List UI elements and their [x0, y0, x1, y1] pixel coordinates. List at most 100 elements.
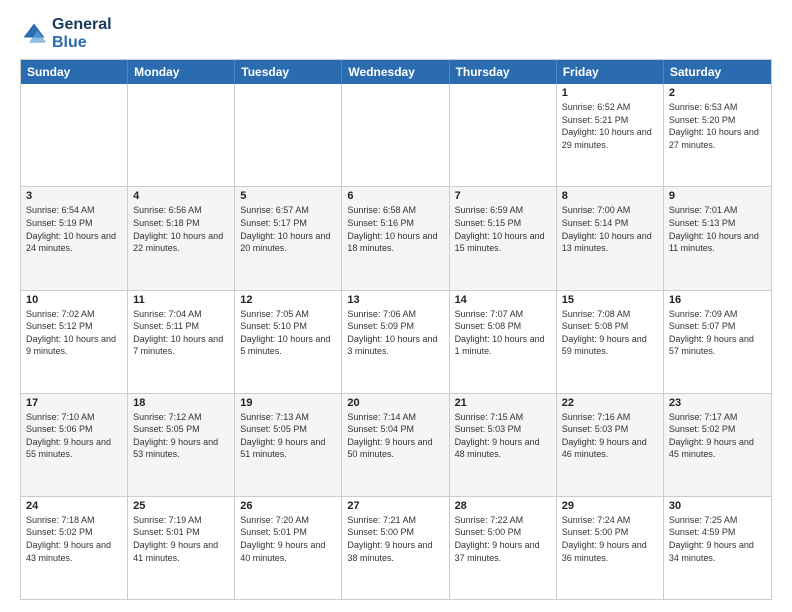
day-info: Sunrise: 6:56 AM Sunset: 5:18 PM Dayligh… [133, 204, 229, 254]
page: General Blue SundayMondayTuesdayWednesda… [0, 0, 792, 612]
calendar-day-cell: 30 Sunrise: 7:25 AM Sunset: 4:59 PM Dayli… [664, 497, 771, 599]
day-number: 19 [240, 397, 336, 409]
day-number: 3 [26, 190, 122, 202]
calendar-day-cell: 7 Sunrise: 6:59 AM Sunset: 5:15 PM Daylig… [450, 187, 557, 289]
day-info: Sunrise: 6:59 AM Sunset: 5:15 PM Dayligh… [455, 204, 551, 254]
calendar-header-cell: Sunday [21, 60, 128, 84]
calendar: SundayMondayTuesdayWednesdayThursdayFrid… [20, 59, 772, 600]
calendar-day-cell: 1 Sunrise: 6:52 AM Sunset: 5:21 PM Daylig… [557, 84, 664, 186]
calendar-row: 24Sunrise: 7:18 AM Sunset: 5:02 PM Dayli… [21, 496, 771, 599]
calendar-empty-cell [450, 84, 557, 186]
day-number: 10 [26, 294, 122, 306]
calendar-header-cell: Wednesday [342, 60, 449, 84]
calendar-day-cell: 8Sunrise: 7:00 AM Sunset: 5:14 PM Daylig… [557, 187, 664, 289]
day-info: Sunrise: 7:12 AM Sunset: 5:05 PM Dayligh… [133, 411, 229, 461]
day-info: Sunrise: 7:17 AM Sunset: 5:02 PM Dayligh… [669, 411, 766, 461]
day-number: 22 [562, 397, 658, 409]
day-info: Sunrise: 7:19 AM Sunset: 5:01 PM Dayligh… [133, 514, 229, 564]
day-info: Sunrise: 7:16 AM Sunset: 5:03 PM Dayligh… [562, 411, 658, 461]
day-number: 18 [133, 397, 229, 409]
calendar-day-cell: 22 Sunrise: 7:16 AM Sunset: 5:03 PM Dayli… [557, 394, 664, 496]
day-info: Sunrise: 7:09 AM Sunset: 5:07 PM Dayligh… [669, 308, 766, 358]
logo: General Blue [20, 16, 112, 51]
calendar-day-cell: 19 Sunrise: 7:13 AM Sunset: 5:05 PM Dayli… [235, 394, 342, 496]
logo-icon [20, 20, 48, 48]
day-number: 4 [133, 190, 229, 202]
calendar-header-cell: Friday [557, 60, 664, 84]
calendar-body: 1 Sunrise: 6:52 AM Sunset: 5:21 PM Daylig… [21, 84, 771, 599]
calendar-day-cell: 13 Sunrise: 7:06 AM Sunset: 5:09 PM Dayli… [342, 291, 449, 393]
calendar-day-cell: 12 Sunrise: 7:05 AM Sunset: 5:10 PM Dayli… [235, 291, 342, 393]
day-number: 17 [26, 397, 122, 409]
day-number: 11 [133, 294, 229, 306]
calendar-day-cell: 11 Sunrise: 7:04 AM Sunset: 5:11 PM Dayli… [128, 291, 235, 393]
day-number: 27 [347, 500, 443, 512]
day-info: Sunrise: 7:20 AM Sunset: 5:01 PM Dayligh… [240, 514, 336, 564]
calendar-day-cell: 25 Sunrise: 7:19 AM Sunset: 5:01 PM Dayli… [128, 497, 235, 599]
day-number: 16 [669, 294, 766, 306]
calendar-day-cell: 15 Sunrise: 7:08 AM Sunset: 5:08 PM Dayli… [557, 291, 664, 393]
day-info: Sunrise: 7:08 AM Sunset: 5:08 PM Dayligh… [562, 308, 658, 358]
calendar-day-cell: 4 Sunrise: 6:56 AM Sunset: 5:18 PM Daylig… [128, 187, 235, 289]
calendar-empty-cell [21, 84, 128, 186]
day-info: Sunrise: 7:01 AM Sunset: 5:13 PM Dayligh… [669, 204, 766, 254]
day-info: Sunrise: 7:05 AM Sunset: 5:10 PM Dayligh… [240, 308, 336, 358]
day-info: Sunrise: 7:00 AM Sunset: 5:14 PM Dayligh… [562, 204, 658, 254]
day-info: Sunrise: 6:54 AM Sunset: 5:19 PM Dayligh… [26, 204, 122, 254]
day-number: 28 [455, 500, 551, 512]
calendar-day-cell: 5 Sunrise: 6:57 AM Sunset: 5:17 PM Daylig… [235, 187, 342, 289]
day-number: 12 [240, 294, 336, 306]
calendar-row: 1 Sunrise: 6:52 AM Sunset: 5:21 PM Daylig… [21, 84, 771, 186]
calendar-day-cell: 21 Sunrise: 7:15 AM Sunset: 5:03 PM Dayli… [450, 394, 557, 496]
day-info: Sunrise: 7:14 AM Sunset: 5:04 PM Dayligh… [347, 411, 443, 461]
calendar-day-cell: 14 Sunrise: 7:07 AM Sunset: 5:08 PM Dayli… [450, 291, 557, 393]
day-info: Sunrise: 7:21 AM Sunset: 5:00 PM Dayligh… [347, 514, 443, 564]
calendar-header-cell: Thursday [450, 60, 557, 84]
calendar-row: 10 Sunrise: 7:02 AM Sunset: 5:12 PM Dayli… [21, 290, 771, 393]
calendar-header-cell: Monday [128, 60, 235, 84]
day-number: 9 [669, 190, 766, 202]
calendar-day-cell: 18 Sunrise: 7:12 AM Sunset: 5:05 PM Dayli… [128, 394, 235, 496]
day-number: 23 [669, 397, 766, 409]
day-info: Sunrise: 7:13 AM Sunset: 5:05 PM Dayligh… [240, 411, 336, 461]
day-info: Sunrise: 7:04 AM Sunset: 5:11 PM Dayligh… [133, 308, 229, 358]
day-number: 1 [562, 87, 658, 99]
day-number: 29 [562, 500, 658, 512]
day-info: Sunrise: 7:24 AM Sunset: 5:00 PM Dayligh… [562, 514, 658, 564]
day-number: 5 [240, 190, 336, 202]
day-info: Sunrise: 7:10 AM Sunset: 5:06 PM Dayligh… [26, 411, 122, 461]
day-number: 21 [455, 397, 551, 409]
calendar-day-cell: 28Sunrise: 7:22 AM Sunset: 5:00 PM Dayli… [450, 497, 557, 599]
calendar-day-cell: 9 Sunrise: 7:01 AM Sunset: 5:13 PM Daylig… [664, 187, 771, 289]
day-info: Sunrise: 7:07 AM Sunset: 5:08 PM Dayligh… [455, 308, 551, 358]
day-number: 6 [347, 190, 443, 202]
day-number: 13 [347, 294, 443, 306]
day-info: Sunrise: 7:15 AM Sunset: 5:03 PM Dayligh… [455, 411, 551, 461]
day-info: Sunrise: 7:25 AM Sunset: 4:59 PM Dayligh… [669, 514, 766, 564]
day-number: 26 [240, 500, 336, 512]
header: General Blue [20, 16, 772, 51]
day-info: Sunrise: 6:58 AM Sunset: 5:16 PM Dayligh… [347, 204, 443, 254]
day-number: 25 [133, 500, 229, 512]
calendar-row: 3 Sunrise: 6:54 AM Sunset: 5:19 PM Daylig… [21, 186, 771, 289]
day-info: Sunrise: 6:53 AM Sunset: 5:20 PM Dayligh… [669, 101, 766, 151]
day-number: 15 [562, 294, 658, 306]
calendar-day-cell: 20 Sunrise: 7:14 AM Sunset: 5:04 PM Dayli… [342, 394, 449, 496]
calendar-row: 17 Sunrise: 7:10 AM Sunset: 5:06 PM Dayli… [21, 393, 771, 496]
day-info: Sunrise: 7:18 AM Sunset: 5:02 PM Dayligh… [26, 514, 122, 564]
calendar-day-cell: 29 Sunrise: 7:24 AM Sunset: 5:00 PM Dayli… [557, 497, 664, 599]
calendar-header-cell: Saturday [664, 60, 771, 84]
day-number: 30 [669, 500, 766, 512]
calendar-day-cell: 10 Sunrise: 7:02 AM Sunset: 5:12 PM Dayli… [21, 291, 128, 393]
day-info: Sunrise: 6:57 AM Sunset: 5:17 PM Dayligh… [240, 204, 336, 254]
day-info: Sunrise: 6:52 AM Sunset: 5:21 PM Dayligh… [562, 101, 658, 151]
day-number: 20 [347, 397, 443, 409]
day-info: Sunrise: 7:06 AM Sunset: 5:09 PM Dayligh… [347, 308, 443, 358]
day-number: 14 [455, 294, 551, 306]
calendar-empty-cell [342, 84, 449, 186]
calendar-header-row: SundayMondayTuesdayWednesdayThursdayFrid… [21, 60, 771, 84]
day-number: 7 [455, 190, 551, 202]
day-number: 2 [669, 87, 766, 99]
day-info: Sunrise: 7:02 AM Sunset: 5:12 PM Dayligh… [26, 308, 122, 358]
calendar-day-cell: 27 Sunrise: 7:21 AM Sunset: 5:00 PM Dayli… [342, 497, 449, 599]
